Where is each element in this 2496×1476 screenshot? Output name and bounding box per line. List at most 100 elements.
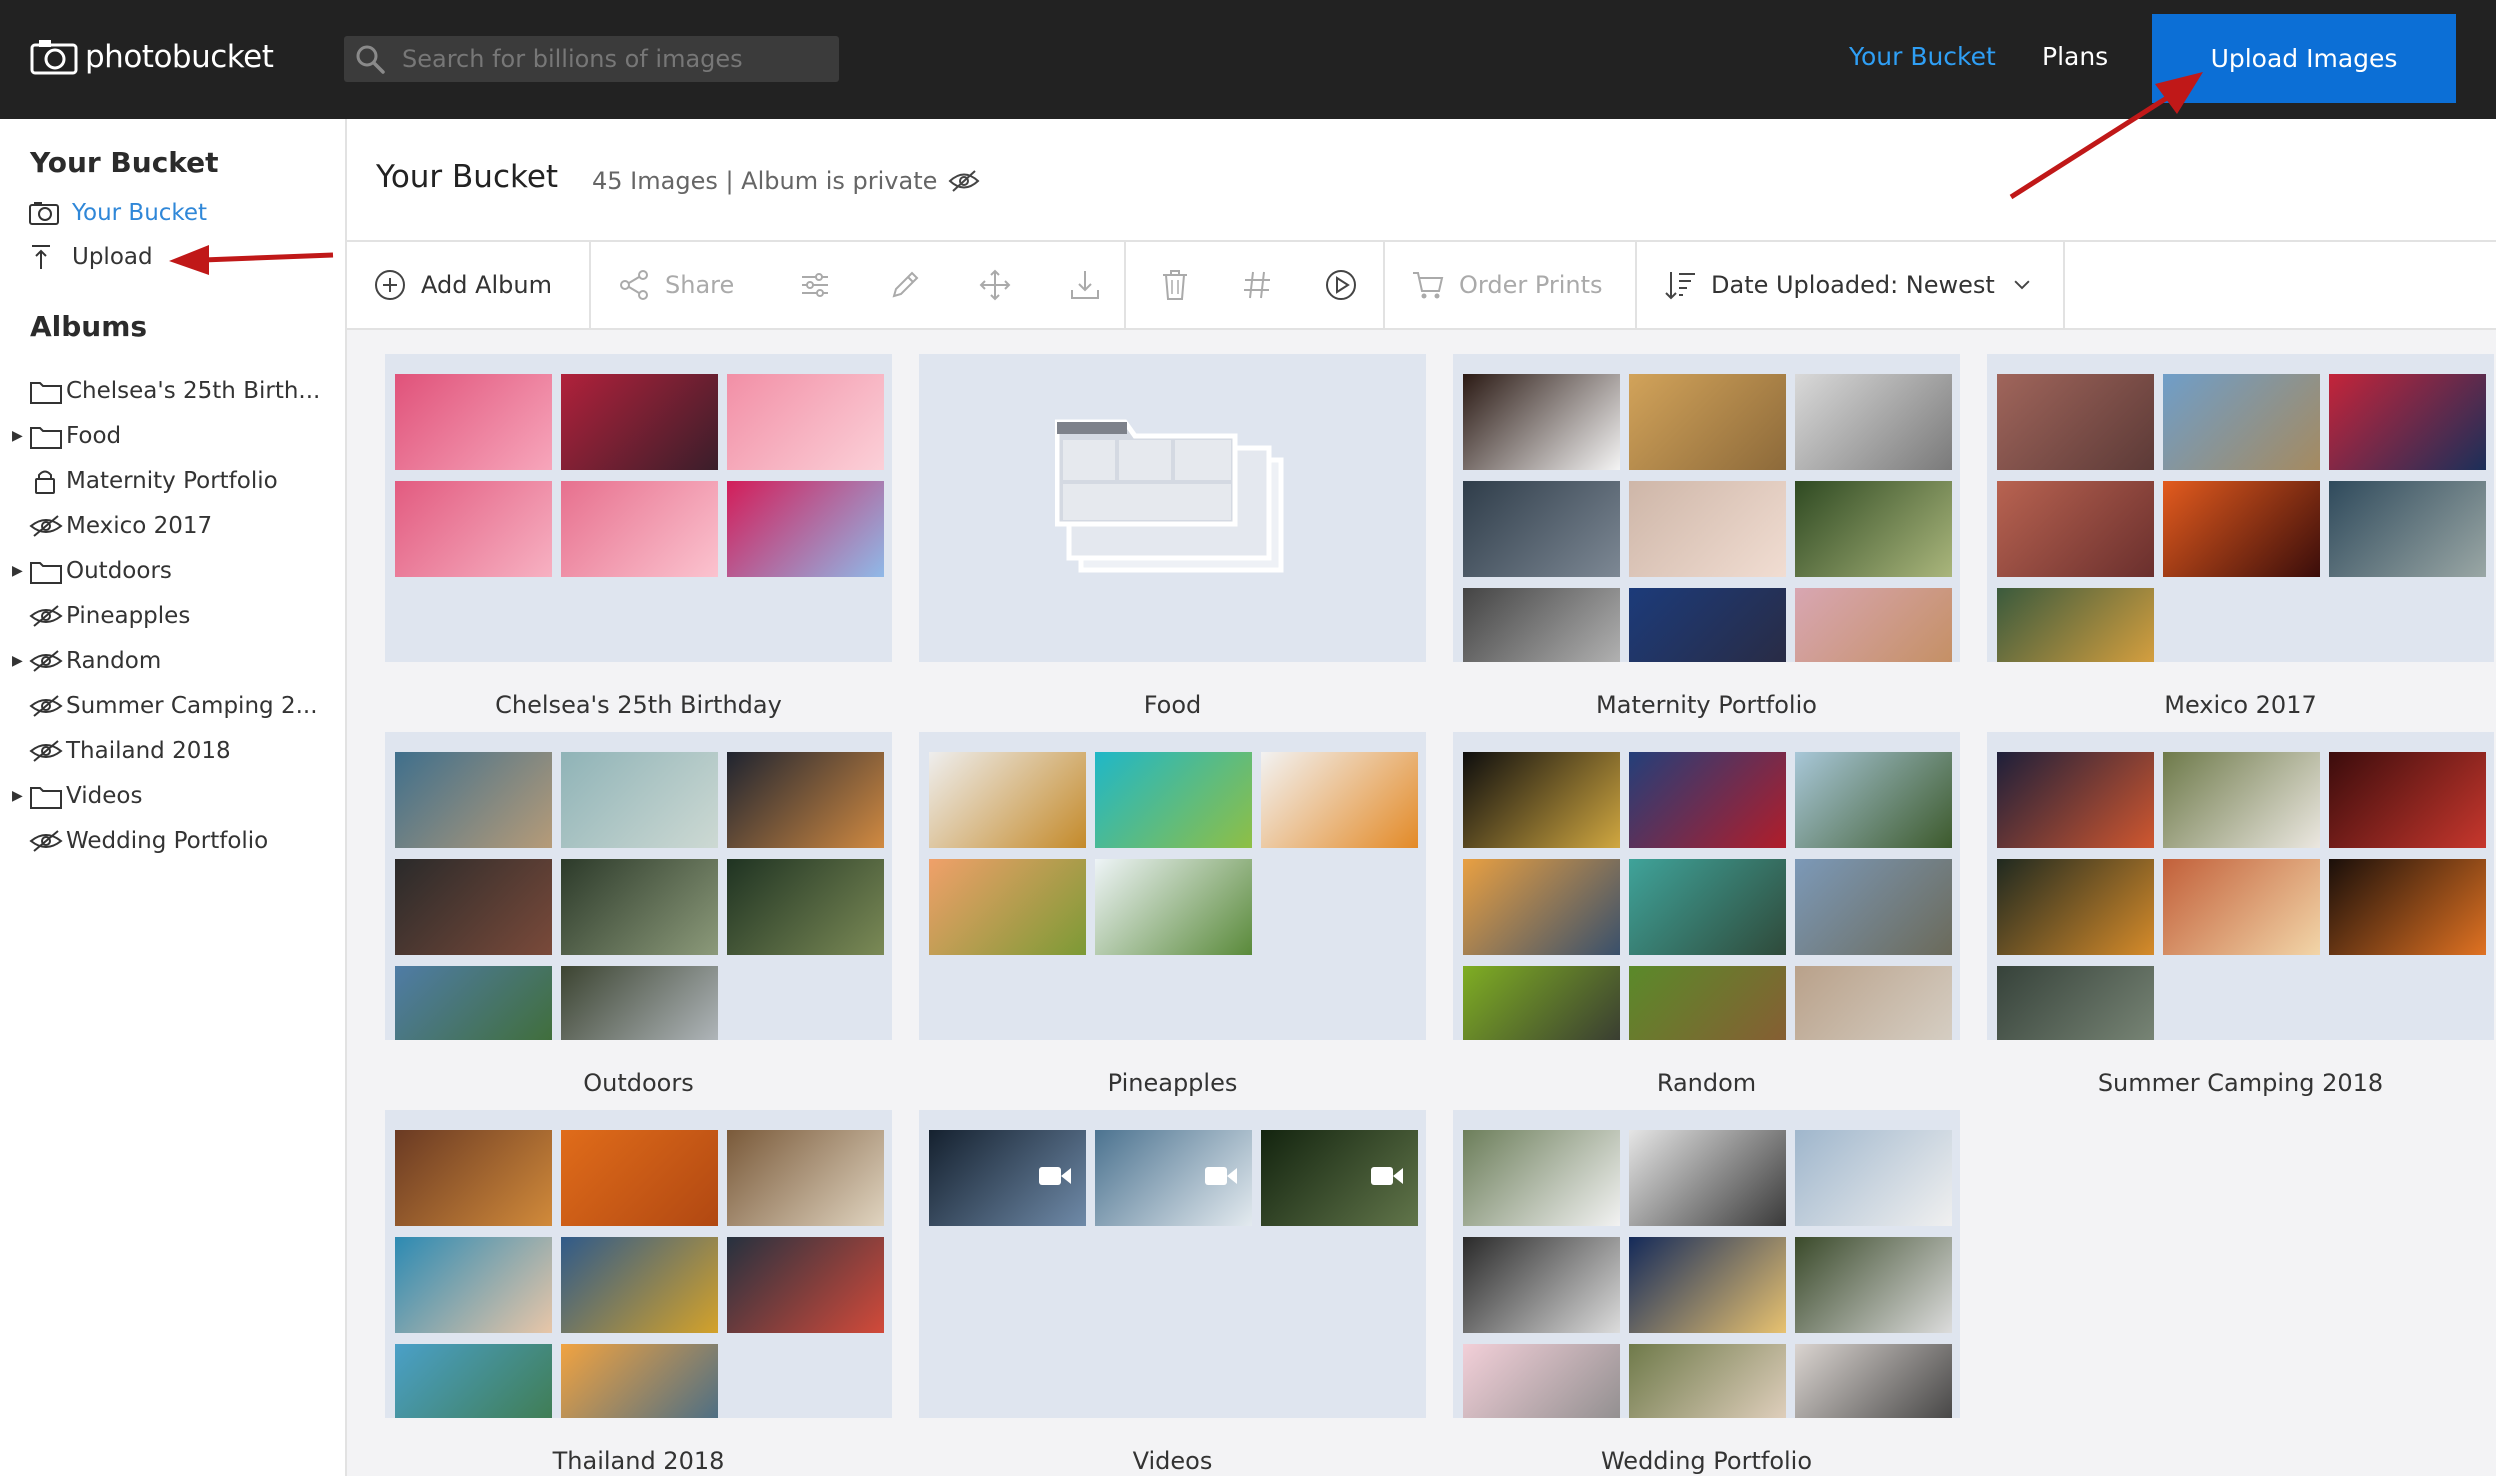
album-thumbnail[interactable]: [561, 1130, 718, 1226]
nav-your-bucket-link[interactable]: Your Bucket: [1849, 42, 1996, 71]
album-thumbnail[interactable]: [2329, 481, 2486, 577]
album-thumbnail[interactable]: [2329, 859, 2486, 955]
album-thumbnail[interactable]: [1629, 1237, 1786, 1333]
album-title[interactable]: Wedding Portfolio: [1453, 1447, 1960, 1475]
sidebar-album-item[interactable]: ▶ Outdoors: [12, 551, 332, 591]
album-thumbnail[interactable]: [1629, 481, 1786, 577]
upload-images-button[interactable]: Upload Images: [2152, 14, 2456, 103]
adjust-settings-button[interactable]: [793, 242, 837, 328]
album-thumbnail[interactable]: [561, 1344, 718, 1418]
sidebar-album-item[interactable]: Chelsea's 25th Birth...: [12, 371, 332, 411]
album-thumbnail[interactable]: [1997, 481, 2154, 577]
album-thumbnail[interactable]: [1997, 588, 2154, 662]
album-thumbnail[interactable]: [1629, 752, 1786, 848]
album-thumbnail[interactable]: [395, 859, 552, 955]
sidebar-album-item[interactable]: Pineapples: [12, 596, 332, 636]
album-thumbnail[interactable]: [1997, 374, 2154, 470]
sidebar-album-item[interactable]: Mexico 2017: [12, 506, 332, 546]
album-card[interactable]: [385, 732, 892, 1040]
album-thumbnail[interactable]: [1463, 1344, 1620, 1418]
album-thumbnail[interactable]: [395, 481, 552, 577]
album-thumbnail[interactable]: [1261, 1130, 1418, 1226]
album-card[interactable]: [1453, 354, 1960, 662]
album-title[interactable]: Videos: [919, 1447, 1426, 1475]
album-thumbnail[interactable]: [561, 752, 718, 848]
album-thumbnail[interactable]: [727, 1130, 884, 1226]
album-card[interactable]: [919, 354, 1426, 662]
album-thumbnail[interactable]: [1795, 481, 1952, 577]
expand-caret-icon[interactable]: ▶: [12, 428, 28, 444]
album-thumbnail[interactable]: [727, 752, 884, 848]
album-thumbnail[interactable]: [1629, 1344, 1786, 1418]
sidebar-album-item[interactable]: Wedding Portfolio: [12, 821, 332, 861]
album-thumbnail[interactable]: [1629, 1130, 1786, 1226]
slideshow-button[interactable]: [1319, 242, 1363, 328]
album-thumbnail[interactable]: [1997, 859, 2154, 955]
album-thumbnail[interactable]: [1463, 966, 1620, 1040]
order-prints-button[interactable]: Order Prints: [1411, 242, 1603, 328]
album-thumbnail[interactable]: [1261, 752, 1418, 848]
album-thumbnail[interactable]: [561, 859, 718, 955]
album-thumbnail[interactable]: [2163, 752, 2320, 848]
album-thumbnail[interactable]: [1795, 1130, 1952, 1226]
sidebar-album-item[interactable]: Summer Camping 2...: [12, 686, 332, 726]
album-thumbnail[interactable]: [929, 859, 1086, 955]
album-card[interactable]: [1453, 732, 1960, 1040]
album-thumbnail[interactable]: [1629, 374, 1786, 470]
album-thumbnail[interactable]: [395, 1130, 552, 1226]
album-thumbnail[interactable]: [395, 1237, 552, 1333]
expand-caret-icon[interactable]: ▶: [12, 563, 28, 579]
album-card[interactable]: [919, 732, 1426, 1040]
album-thumbnail[interactable]: [1629, 966, 1786, 1040]
album-title[interactable]: Pineapples: [919, 1069, 1426, 1097]
photobucket-logo[interactable]: photobucket: [29, 38, 274, 76]
album-title[interactable]: Food: [919, 691, 1426, 719]
album-thumbnail[interactable]: [1795, 752, 1952, 848]
expand-caret-icon[interactable]: ▶: [12, 653, 28, 669]
album-thumbnail[interactable]: [1629, 859, 1786, 955]
album-thumbnail[interactable]: [1463, 1130, 1620, 1226]
album-thumbnail[interactable]: [727, 859, 884, 955]
album-thumbnail[interactable]: [1095, 859, 1252, 955]
album-thumbnail[interactable]: [929, 1130, 1086, 1226]
album-title[interactable]: Summer Camping 2018: [1987, 1069, 2494, 1097]
album-card[interactable]: [919, 1110, 1426, 1418]
album-thumbnail[interactable]: [1463, 481, 1620, 577]
sidebar-album-item[interactable]: ▶ Food: [12, 416, 332, 456]
album-card[interactable]: [1987, 732, 2494, 1040]
nav-plans-link[interactable]: Plans: [2042, 42, 2108, 71]
album-thumbnail[interactable]: [1463, 752, 1620, 848]
sidebar-upload-link[interactable]: Upload: [28, 243, 153, 271]
add-album-button[interactable]: Add Album: [373, 242, 552, 328]
tag-button[interactable]: [1235, 242, 1279, 328]
album-thumbnail[interactable]: [727, 481, 884, 577]
search-box[interactable]: [344, 36, 839, 82]
album-thumbnail[interactable]: [395, 966, 552, 1040]
expand-caret-icon[interactable]: ▶: [12, 788, 28, 804]
sidebar-album-item[interactable]: ▶ Random: [12, 641, 332, 681]
album-thumbnail[interactable]: [561, 966, 718, 1040]
album-thumbnail[interactable]: [561, 481, 718, 577]
album-card[interactable]: [385, 1110, 892, 1418]
album-title[interactable]: Chelsea's 25th Birthday: [385, 691, 892, 719]
share-button[interactable]: Share: [617, 242, 734, 328]
album-title[interactable]: Thailand 2018: [385, 1447, 892, 1475]
search-input[interactable]: [402, 36, 822, 82]
album-thumbnail[interactable]: [395, 1344, 552, 1418]
album-thumbnail[interactable]: [1795, 966, 1952, 1040]
album-thumbnail[interactable]: [1629, 588, 1786, 662]
album-thumbnail[interactable]: [1463, 588, 1620, 662]
album-thumbnail[interactable]: [1463, 374, 1620, 470]
album-thumbnail[interactable]: [2163, 374, 2320, 470]
album-thumbnail[interactable]: [2163, 859, 2320, 955]
album-thumbnail[interactable]: [1795, 374, 1952, 470]
album-thumbnail[interactable]: [1795, 859, 1952, 955]
edit-button[interactable]: [883, 242, 927, 328]
sidebar-album-item[interactable]: ▶ Videos: [12, 776, 332, 816]
album-thumbnail[interactable]: [395, 752, 552, 848]
album-thumbnail[interactable]: [395, 374, 552, 470]
sidebar-album-item[interactable]: Maternity Portfolio: [12, 461, 332, 501]
album-thumbnail[interactable]: [1463, 1237, 1620, 1333]
album-thumbnail[interactable]: [1795, 1237, 1952, 1333]
album-thumbnail[interactable]: [561, 1237, 718, 1333]
